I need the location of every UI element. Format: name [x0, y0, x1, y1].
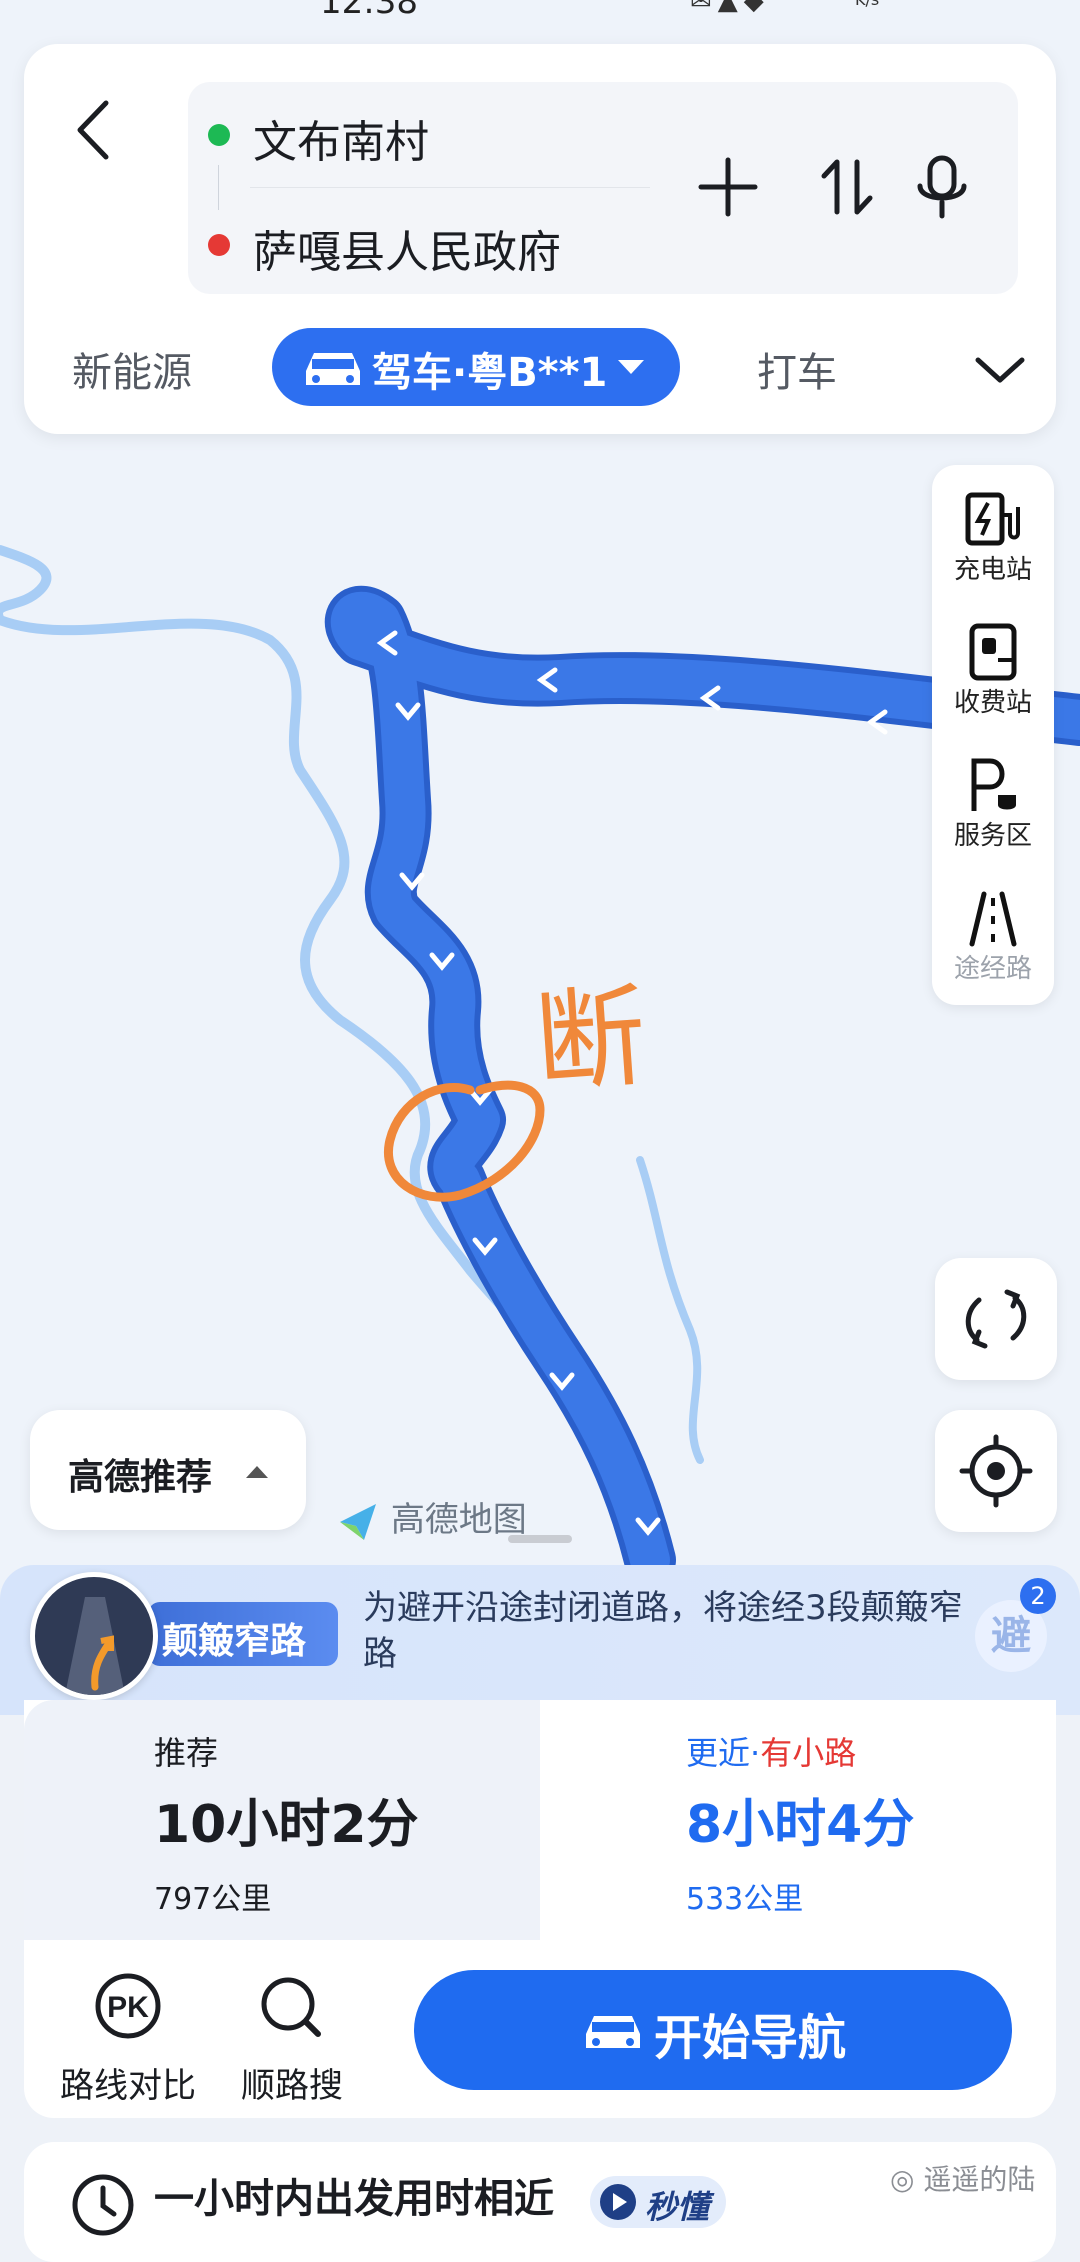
svg-text:PK: PK: [107, 1991, 149, 2024]
sidebar-label-via: 途经路: [953, 954, 1032, 984]
tab-drive-label: 驾车·粤B**1: [372, 350, 608, 396]
locate-button[interactable]: [935, 1410, 1057, 1532]
sidebar-label-service: 服务区: [953, 821, 1032, 851]
route-tag: 推荐: [154, 1734, 219, 1772]
status-bar: 12:38 ✉▲◆ K/s: [0, 0, 1080, 40]
expand-modes-button[interactable]: [970, 345, 1030, 395]
route-duration: 10小时2分: [154, 1795, 419, 1855]
toll-station-icon: [969, 623, 1017, 681]
route-tag: 更近·有小路: [686, 1728, 856, 1774]
swap-icon: [821, 159, 873, 215]
clock-icon: [72, 2174, 134, 2236]
caret-down-icon: [618, 360, 644, 374]
map-logo: 高德地图: [336, 1492, 527, 1544]
signal-icons: ✉▲◆: [690, 0, 770, 16]
field-divider: [250, 187, 650, 188]
start-navigation-button[interactable]: 开始导航: [414, 1970, 1012, 2090]
search-along-button[interactable]: 顺路搜: [232, 1970, 352, 2110]
pk-icon: PK: [95, 1973, 161, 2039]
route-tag-sep: ·: [750, 1734, 761, 1772]
wechat-icon: ◎: [890, 2163, 915, 2196]
explain-badge-label: 秒懂: [645, 2188, 710, 2226]
watermark-text: 遥遥的陆: [923, 2163, 1036, 2196]
sidebar-item-charging[interactable]: 充电站: [932, 465, 1054, 595]
status-time: 12:38: [320, 0, 418, 22]
sidebar-label-toll: 收费站: [953, 688, 1032, 718]
start-navigation-label: 开始导航: [654, 2010, 847, 2066]
recommend-dropdown[interactable]: 高德推荐: [30, 1410, 306, 1530]
narrow-road-icon: [65, 1597, 125, 1695]
origin-field[interactable]: 文布南村: [253, 106, 429, 170]
sidebar-item-via[interactable]: 途经路: [932, 864, 1054, 994]
charging-station-icon: [965, 492, 1020, 546]
sidebar-label-charging: 充电站: [953, 555, 1032, 585]
avoid-count-badge: 2: [1020, 1578, 1056, 1614]
sidebar-item-toll[interactable]: 收费站: [932, 598, 1054, 728]
panel-drag-handle[interactable]: [508, 1535, 572, 1543]
microphone-icon: [917, 155, 967, 219]
chevron-down-icon: [975, 357, 1025, 383]
service-area-icon: [971, 758, 1016, 811]
sidebar-item-service[interactable]: 服务区: [932, 731, 1054, 861]
route-tag-prefix: 更近: [686, 1734, 751, 1772]
watermark: ◎ 遥遥的陆: [890, 2158, 1035, 2198]
back-arrow-icon: [77, 100, 109, 160]
refresh-route-button[interactable]: [935, 1258, 1057, 1380]
car-icon: [586, 2016, 640, 2048]
notice-message: 为避开沿途封闭道路，将途经3段颠簸窄路: [363, 1588, 963, 1674]
network-speed: K/s: [855, 0, 879, 8]
refresh-icon: [965, 1289, 1027, 1349]
route-distance: 533公里: [686, 1882, 804, 1917]
route-duration: 8小时4分: [686, 1795, 915, 1855]
tab-taxi[interactable]: 打车: [757, 340, 837, 398]
play-icon: [600, 2184, 636, 2220]
recommend-label: 高德推荐: [68, 1457, 213, 1498]
via-road-icon: [969, 891, 1017, 947]
narrow-road-badge-label: 颠簸窄路: [162, 1621, 307, 1662]
search-along-label: 顺路搜: [241, 2066, 343, 2106]
route-option-shorter[interactable]: 更近·有小路 8小时4分 533公里: [540, 1700, 1056, 1940]
route-tag-warning: 有小路: [760, 1734, 857, 1772]
route-option-recommended[interactable]: 推荐 10小时2分 797公里: [24, 1700, 540, 1940]
voice-input-button[interactable]: [907, 152, 977, 222]
route-compare-label: 路线对比: [60, 2066, 196, 2106]
destination-dot: [208, 234, 230, 256]
plus-icon: [698, 157, 758, 217]
back-button[interactable]: [70, 95, 120, 165]
tab-drive[interactable]: 驾车·粤B**1: [272, 328, 680, 406]
destination-field[interactable]: 萨嘎县人民政府: [253, 216, 561, 280]
amap-logo-icon: [340, 1503, 376, 1540]
origin-dot: [208, 124, 230, 146]
map-annotation-text: 断: [531, 972, 651, 1108]
add-waypoint-button[interactable]: [693, 152, 763, 222]
explain-badge[interactable]: 秒懂: [590, 2176, 726, 2228]
narrow-road-illustration: [30, 1572, 158, 1700]
tab-new-energy[interactable]: 新能源: [72, 340, 192, 398]
river-branch: [636, 1156, 704, 1464]
swap-route-button[interactable]: [812, 152, 882, 222]
locate-icon: [959, 1434, 1033, 1508]
map-layer-sidebar: 充电站 收费站 服务区 途经路: [932, 465, 1054, 1005]
route-distance: 797公里: [154, 1882, 272, 1917]
route-compare-button[interactable]: PK 路线对比: [60, 1970, 196, 2110]
departure-hint: 一小时内出发用时相近: [154, 2176, 554, 2222]
route-connector: [218, 165, 219, 210]
map-logo-text: 高德地图: [390, 1500, 527, 1540]
narrow-road-badge: 颠簸窄路: [148, 1602, 338, 1666]
caret-up-icon: [246, 1466, 268, 1478]
car-icon: [306, 353, 360, 385]
search-icon: [261, 1977, 321, 2037]
